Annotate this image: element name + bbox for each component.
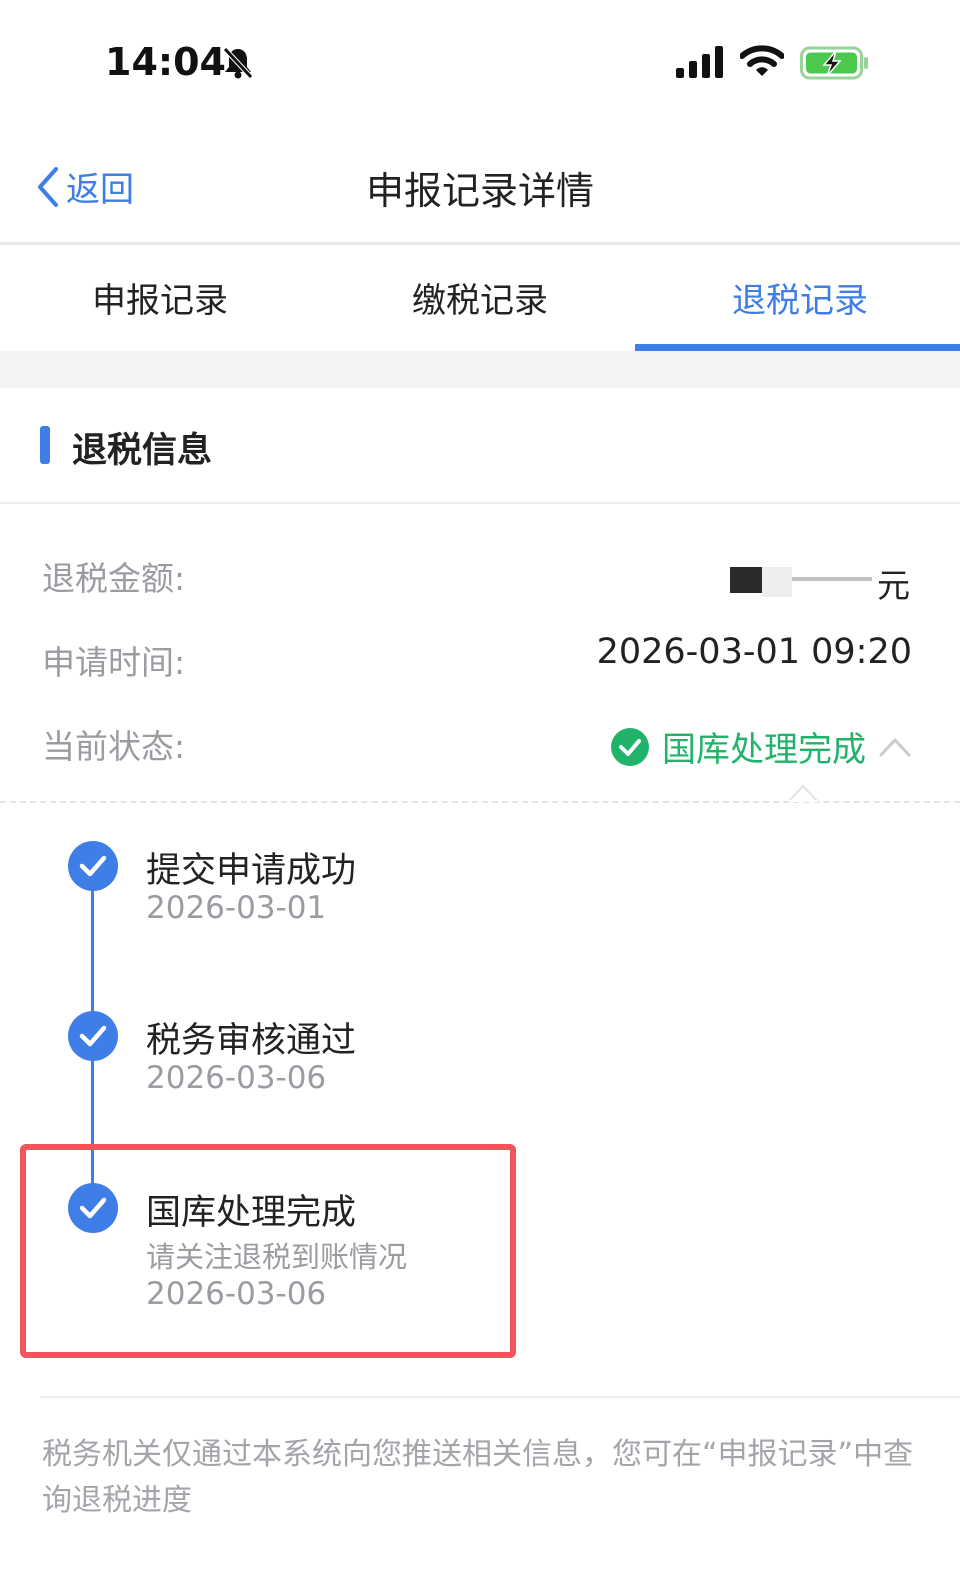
bell-slash-icon	[222, 46, 254, 84]
timeline-step-date: 2026-03-01	[146, 890, 327, 926]
active-tab-indicator	[635, 344, 960, 351]
page-title: 申报记录详情	[365, 169, 594, 213]
check-circle-icon	[68, 841, 118, 891]
status-label: 当前状态:	[42, 727, 186, 766]
notice-text: 税务机关仅通过本系统向您推送相关信息，您可在“申报记录”中查询退税进度	[42, 1437, 914, 1518]
wifi-icon	[739, 44, 785, 84]
section-divider	[0, 502, 960, 504]
section-spacer	[0, 351, 960, 388]
timeline-step-date: 2026-03-06	[146, 1060, 327, 1096]
check-circle-icon	[68, 1011, 118, 1061]
timeline-step-title: 提交申请成功	[146, 851, 357, 891]
battery-charging-icon	[800, 46, 870, 84]
signal-icon	[676, 46, 724, 82]
apply-time-label: 申请时间:	[42, 643, 186, 682]
timeline-step-title: 税务审核通过	[146, 1021, 357, 1061]
status-toggle[interactable]: 国库处理完成	[610, 722, 912, 771]
refund-amount-unit: 元	[877, 566, 910, 605]
tab-refund-records[interactable]: 退税记录	[640, 245, 960, 350]
popover-pointer	[785, 782, 821, 806]
highlight-annotation-box	[20, 1144, 516, 1358]
section-title: 退税信息	[72, 431, 213, 471]
tab-declaration-records[interactable]: 申报记录	[0, 245, 320, 350]
apply-time-value: 2026-03-01 09:20	[596, 632, 912, 672]
section-accent-bar	[40, 426, 50, 464]
refund-amount-label: 退税金额:	[42, 559, 186, 598]
notice-divider	[40, 1396, 960, 1398]
chevron-up-icon	[879, 738, 911, 756]
refund-amount-value: 元	[730, 563, 910, 605]
status-value: 国库处理完成	[662, 730, 866, 770]
tab-tax-payment-records[interactable]: 缴税记录	[320, 245, 640, 350]
tab-bar: 申报记录 缴税记录 退税记录	[0, 245, 960, 350]
check-circle-icon	[611, 727, 649, 766]
status-time: 14:04	[105, 40, 226, 84]
